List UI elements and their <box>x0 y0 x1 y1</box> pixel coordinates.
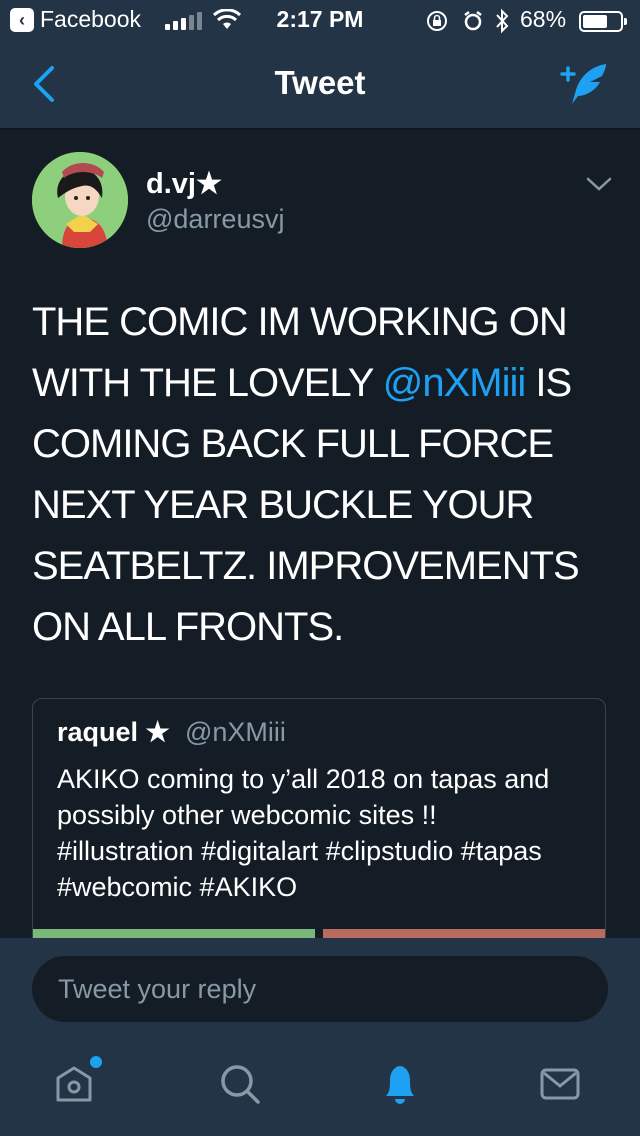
home-icon[interactable] <box>50 1060 98 1108</box>
header-divider <box>0 128 640 130</box>
alarm-icon <box>464 11 482 31</box>
page-title: Tweet <box>274 64 366 101</box>
mention-link[interactable]: @nXMiii <box>383 361 527 405</box>
home-notification-dot <box>90 1056 102 1068</box>
chevron-down-icon[interactable] <box>584 174 614 194</box>
author-name[interactable]: d.vj★ <box>146 166 222 201</box>
reply-input[interactable]: Tweet your reply <box>32 956 608 1022</box>
battery-percent: 68% <box>520 6 567 32</box>
quoted-author-name: raquel ★ <box>57 717 170 747</box>
avatar-illustration <box>32 152 128 248</box>
notifications-icon[interactable] <box>376 1060 424 1108</box>
bluetooth-icon <box>496 8 509 34</box>
author-handle[interactable]: @darreusvj <box>146 204 284 235</box>
status-bar: ‹ Facebook 2:17 PM 68% <box>0 0 640 40</box>
search-icon[interactable] <box>216 1060 264 1108</box>
quoted-author-handle: @nXMiii <box>185 717 286 747</box>
messages-icon[interactable] <box>536 1060 584 1108</box>
orientation-lock-icon <box>427 11 447 31</box>
quoted-tweet-text: AKIKO coming to y’all 2018 on tapas and … <box>57 764 550 902</box>
battery-icon <box>579 11 627 32</box>
compose-tweet-icon[interactable] <box>556 60 612 108</box>
avatar[interactable] <box>32 152 128 248</box>
tweet-text: THE COMIC IM WORKING ON WITH THE LOVELY … <box>32 292 602 658</box>
header: ‹ Facebook 2:17 PM 68% Tweet <box>0 0 640 128</box>
